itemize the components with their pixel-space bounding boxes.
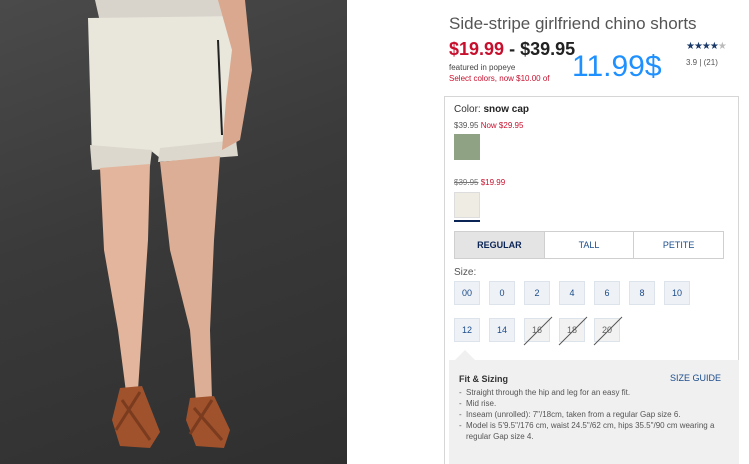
size-button-0[interactable]: 0 bbox=[489, 281, 515, 305]
price-separator: - bbox=[509, 39, 516, 59]
size-button-00[interactable]: 00 bbox=[454, 281, 480, 305]
size-button-12[interactable]: 12 bbox=[454, 318, 480, 342]
swatch1-now-price: Now $29.95 bbox=[480, 121, 524, 130]
color-swatch-green[interactable] bbox=[454, 134, 480, 160]
featured-text: featured in popeye bbox=[449, 63, 516, 72]
color-label: Color: snow cap bbox=[454, 104, 529, 115]
swatch2-orig-price: $39.95 bbox=[454, 178, 479, 187]
swatch1-orig-price: $39.95 bbox=[454, 121, 479, 130]
fit-sizing-list: Straight through the hip and leg for an … bbox=[459, 387, 727, 442]
size-button-10[interactable]: 10 bbox=[664, 281, 690, 305]
tab-petite[interactable]: PETITE bbox=[634, 232, 723, 258]
size-button-20-unavailable[interactable]: 20 bbox=[593, 316, 623, 346]
size-button-4[interactable]: 4 bbox=[559, 281, 585, 305]
size-button-8[interactable]: 8 bbox=[629, 281, 655, 305]
overlay-price: 11.99$ bbox=[572, 50, 662, 83]
product-title: Side-stripe girlfriend chino shorts bbox=[449, 14, 697, 33]
fit-tabs: REGULAR TALL PETITE bbox=[454, 231, 724, 259]
color-value: snow cap bbox=[483, 104, 530, 115]
filled-stars-icon: ★★★★ bbox=[686, 41, 719, 52]
rating-text[interactable]: 3.9 | (21) bbox=[686, 58, 718, 67]
tab-tall[interactable]: TALL bbox=[545, 232, 635, 258]
rating-stars[interactable]: ★★★★★ bbox=[686, 41, 727, 52]
swatch2-prices: $39.95 $19.99 bbox=[454, 178, 505, 187]
size-button-16-unavailable[interactable]: 16 bbox=[523, 316, 553, 346]
product-image[interactable] bbox=[0, 0, 347, 464]
size-button-18-unavailable[interactable]: 18 bbox=[558, 316, 588, 346]
product-photo-illustration bbox=[88, 0, 252, 448]
swatch1-prices: $39.95 Now $29.95 bbox=[454, 121, 523, 130]
selected-swatch-indicator bbox=[454, 220, 480, 222]
size-button-6[interactable]: 6 bbox=[594, 281, 620, 305]
size-button-2[interactable]: 2 bbox=[524, 281, 550, 305]
list-item: Model is 5'9.5"/176 cm, waist 24.5"/62 c… bbox=[459, 420, 727, 442]
color-swatch-snow-cap[interactable] bbox=[454, 192, 480, 218]
size-18-label: 18 bbox=[566, 325, 577, 335]
price-range: $19.99 - $39.95 bbox=[449, 39, 575, 60]
list-item: Straight through the hip and leg for an … bbox=[459, 387, 727, 398]
empty-star-icon: ★ bbox=[717, 41, 727, 52]
list-item: Inseam (unrolled): 7"/18cm, taken from a… bbox=[459, 409, 727, 420]
size-20-label: 20 bbox=[601, 325, 612, 335]
tab-regular[interactable]: REGULAR bbox=[455, 232, 545, 258]
list-item: Mid rise. bbox=[459, 398, 727, 409]
size-button-14[interactable]: 14 bbox=[489, 318, 515, 342]
color-label-prefix: Color: bbox=[454, 104, 481, 115]
fit-sizing-title: Fit & Sizing bbox=[459, 374, 508, 384]
swatch2-now-price: $19.99 bbox=[480, 178, 506, 187]
size-16-label: 16 bbox=[531, 325, 542, 335]
original-price: $39.95 bbox=[520, 39, 576, 59]
promo-text: Select colors, now $10.00 of bbox=[449, 74, 550, 83]
sale-price: $19.99 bbox=[449, 39, 505, 59]
size-label: Size: bbox=[454, 267, 477, 278]
fit-box-pointer bbox=[455, 350, 475, 360]
size-guide-link[interactable]: SIZE GUIDE bbox=[670, 373, 721, 383]
